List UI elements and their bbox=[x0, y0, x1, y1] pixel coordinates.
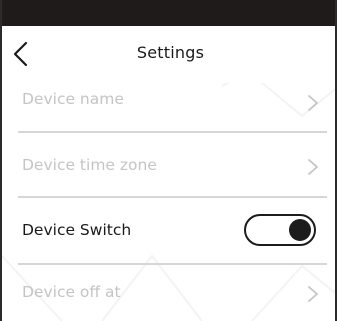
device-switch-toggle[interactable] bbox=[244, 214, 316, 246]
setting-row-device-time-zone[interactable]: Device time zone bbox=[4, 133, 335, 197]
header-bar: Settings bbox=[4, 26, 335, 83]
page-title: Settings bbox=[136, 43, 205, 62]
chevron-right-icon bbox=[308, 95, 318, 111]
setting-label: Device Switch bbox=[22, 221, 132, 239]
setting-row-device-off-at[interactable]: Device off at bbox=[4, 265, 335, 321]
chevron-right-icon bbox=[308, 286, 318, 302]
app-frame: Settings Device name Device time zone De… bbox=[0, 0, 337, 321]
status-bar bbox=[2, 0, 335, 26]
setting-row-device-name[interactable]: Device name bbox=[4, 83, 335, 133]
chevron-right-icon bbox=[308, 159, 318, 175]
setting-label: Device time zone bbox=[22, 156, 157, 174]
toggle-knob bbox=[289, 219, 311, 241]
setting-label: Device name bbox=[22, 90, 124, 108]
setting-label: Device off at bbox=[22, 283, 121, 301]
setting-row-device-switch: Device Switch bbox=[4, 198, 335, 262]
